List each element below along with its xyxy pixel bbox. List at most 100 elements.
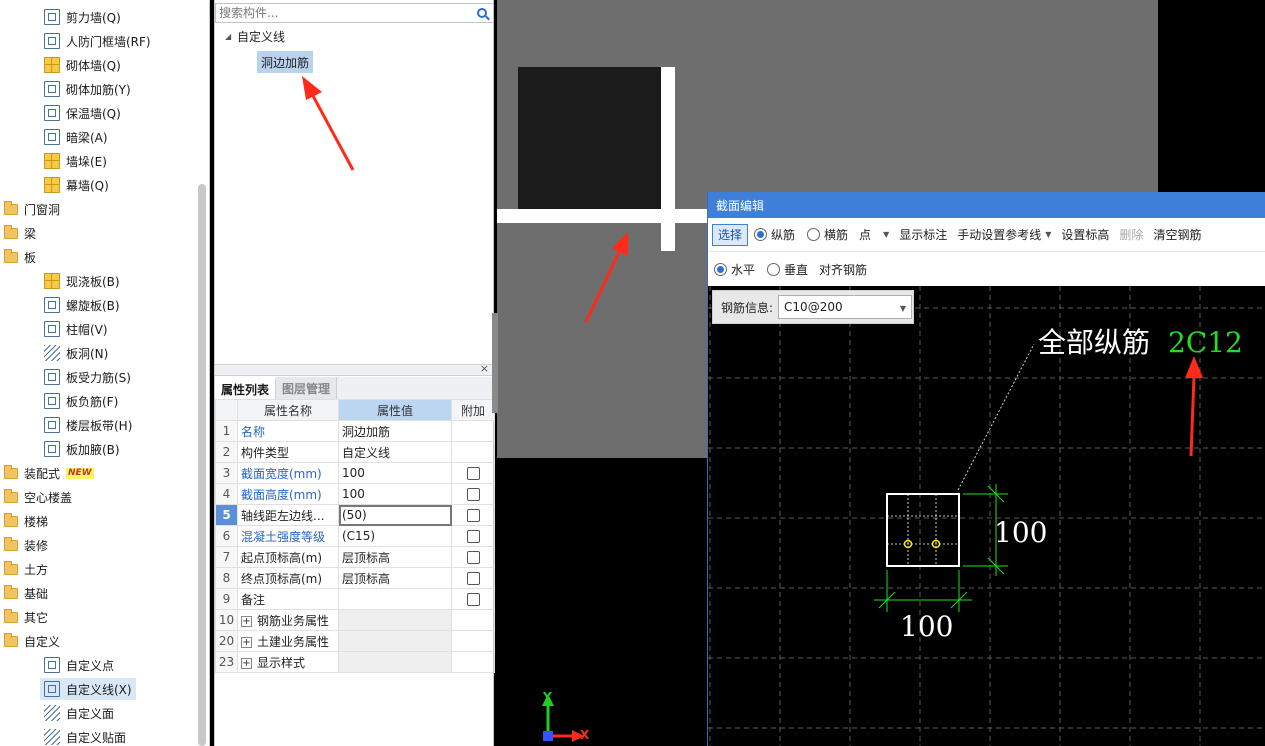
- tree-item[interactable]: 暗梁(A): [40, 126, 112, 148]
- tree-item[interactable]: 现浇板(B): [40, 270, 124, 292]
- property-row[interactable]: 6 混凝土强度等级 (C15): [215, 525, 495, 547]
- panel-splitter[interactable]: ×: [215, 362, 494, 376]
- property-row[interactable]: 7 起点顶标高(m) 层顶标高: [215, 546, 495, 568]
- tree-item[interactable]: 其它: [4, 606, 194, 628]
- extra-checkbox[interactable]: [466, 572, 480, 585]
- property-value[interactable]: 100: [338, 462, 452, 484]
- select-button[interactable]: 选择: [712, 223, 749, 246]
- point-mode-dropdown[interactable]: 点 ▼: [854, 224, 894, 246]
- tree-item[interactable]: 梁: [4, 222, 194, 244]
- drawn-opening[interactable]: [518, 67, 663, 209]
- tree-item[interactable]: 自定义点: [40, 654, 118, 676]
- tree-item[interactable]: 门窗洞: [4, 198, 194, 220]
- component-group-custom-line[interactable]: ◢ 自定义线: [225, 28, 285, 45]
- property-value[interactable]: 层顶标高: [338, 567, 452, 589]
- property-row[interactable]: 3 截面宽度(mm) 100: [215, 462, 495, 484]
- extra-checkbox[interactable]: [466, 593, 480, 606]
- tree-item[interactable]: 砌体墙(Q): [40, 54, 125, 76]
- tree-item[interactable]: 砌体加筋(Y): [40, 78, 135, 100]
- property-value[interactable]: [338, 588, 452, 610]
- expand-plus-icon[interactable]: +: [241, 615, 252, 627]
- property-row[interactable]: 20 + 土建业务属性: [215, 630, 495, 652]
- tree-item[interactable]: 自定义: [4, 630, 194, 652]
- tab-layer-management[interactable]: 图层管理: [276, 377, 338, 399]
- tree-scrollbar[interactable]: [198, 184, 206, 746]
- tree-item[interactable]: 装配式 NEW: [4, 462, 194, 484]
- tree-item[interactable]: 自定义面: [40, 702, 118, 724]
- property-row[interactable]: 5 轴线距左边线... (50): [215, 504, 495, 526]
- tree-item[interactable]: 板洞(N): [40, 342, 112, 364]
- vertical-radio[interactable]: 垂直: [767, 261, 808, 278]
- property-row[interactable]: 23 + 显示样式: [215, 651, 495, 673]
- tree-item[interactable]: 自定义贴面: [40, 726, 130, 746]
- property-row[interactable]: 8 终点顶标高(m) 层顶标高: [215, 567, 495, 589]
- close-icon[interactable]: ×: [480, 362, 489, 375]
- search-icon[interactable]: [477, 8, 487, 18]
- expand-plus-icon[interactable]: +: [241, 657, 252, 669]
- tree-item[interactable]: 墙垛(E): [40, 150, 111, 172]
- property-row[interactable]: 10 + 钢筋业务属性: [215, 609, 495, 631]
- property-row-number: 10: [215, 609, 238, 631]
- tree-item[interactable]: 幕墙(Q): [40, 174, 113, 196]
- delete-button[interactable]: 删除: [1114, 224, 1148, 246]
- section-outline[interactable]: [886, 493, 960, 567]
- tree-item[interactable]: 板: [4, 246, 194, 268]
- longitudinal-radio[interactable]: 纵筋: [754, 226, 795, 243]
- extra-checkbox[interactable]: [466, 530, 480, 543]
- property-value[interactable]: [338, 651, 452, 673]
- property-value[interactable]: 层顶标高: [338, 546, 452, 568]
- property-value[interactable]: [338, 609, 452, 631]
- extra-checkbox[interactable]: [466, 488, 480, 501]
- extra-checkbox[interactable]: [466, 551, 480, 564]
- property-row[interactable]: 1 名称 洞边加筋: [215, 420, 495, 442]
- tree-item[interactable]: 装修: [4, 534, 194, 556]
- transverse-radio[interactable]: 横筋: [807, 226, 848, 243]
- tree-item[interactable]: 板加腋(B): [40, 438, 124, 460]
- tree-item[interactable]: 板受力筋(S): [40, 366, 135, 388]
- property-value[interactable]: 自定义线: [338, 441, 452, 463]
- tree-item[interactable]: 自定义线(X): [40, 678, 136, 700]
- section-drawing[interactable]: 100 100 全部纵筋 2C12: [708, 286, 1265, 746]
- tree-item[interactable]: 土方: [4, 558, 194, 580]
- drawing-canvas-dark-area[interactable]: [1158, 0, 1265, 192]
- search-input[interactable]: [216, 6, 477, 20]
- tab-property-list[interactable]: 属性列表: [215, 377, 277, 399]
- tree-item[interactable]: 剪力墙(Q): [40, 6, 125, 28]
- property-value[interactable]: (C15): [338, 525, 452, 547]
- tree-item[interactable]: 保温墙(Q): [40, 102, 125, 124]
- collapse-triangle-icon[interactable]: ◢: [225, 32, 235, 41]
- property-row[interactable]: 4 截面高度(mm) 100: [215, 483, 495, 505]
- property-value[interactable]: 洞边加筋: [338, 420, 452, 442]
- show-annotation-button[interactable]: 显示标注: [894, 224, 952, 246]
- property-value[interactable]: [338, 630, 452, 652]
- section-canvas[interactable]: 100 100 全部纵筋 2C12 钢筋信息: C10@200 ▼: [708, 286, 1265, 746]
- property-row[interactable]: 2 构件类型 自定义线: [215, 441, 495, 463]
- component-item-hole-edge-rebar[interactable]: 洞边加筋: [257, 51, 314, 73]
- tree-item[interactable]: 空心楼盖: [4, 486, 194, 508]
- panel-resize-handle[interactable]: [492, 313, 498, 413]
- tree-item[interactable]: 楼梯: [4, 510, 194, 532]
- drawn-rebar-horizontal[interactable]: [497, 209, 709, 223]
- horizontal-radio[interactable]: 水平: [714, 261, 755, 278]
- tree-item[interactable]: 楼层板带(H): [40, 414, 136, 436]
- property-extra: [451, 462, 495, 484]
- extra-checkbox[interactable]: [466, 467, 480, 480]
- tree-item[interactable]: 人防门框墙(RF): [40, 30, 155, 52]
- rebar-info-select[interactable]: C10@200 ▼: [778, 295, 913, 319]
- property-value[interactable]: (50): [338, 504, 452, 526]
- align-rebar-button[interactable]: 对齐钢筋: [814, 258, 872, 280]
- tree-item[interactable]: 柱帽(V): [40, 318, 112, 340]
- component-panel: ◢ 自定义线 洞边加筋 × 属性列表 图层管理 属性名称 属性值 附加 1名称 洞…: [214, 0, 495, 746]
- drawn-rebar-vertical[interactable]: [661, 67, 675, 251]
- expand-plus-icon[interactable]: +: [241, 636, 252, 648]
- property-value[interactable]: 100: [338, 483, 452, 505]
- set-elevation-button[interactable]: 设置标高: [1056, 224, 1114, 246]
- tree-item[interactable]: 螺旋板(B): [40, 294, 124, 316]
- manual-reference-line-dropdown[interactable]: 手动设置参考线 ▼: [952, 224, 1056, 246]
- tree-item[interactable]: 板负筋(F): [40, 390, 122, 412]
- property-row[interactable]: 9 备注: [215, 588, 495, 610]
- extra-checkbox[interactable]: [466, 509, 480, 522]
- dialog-title-bar[interactable]: 截面编辑: [708, 192, 1265, 218]
- tree-item[interactable]: 基础: [4, 582, 194, 604]
- clear-rebar-button[interactable]: 清空钢筋: [1148, 224, 1206, 246]
